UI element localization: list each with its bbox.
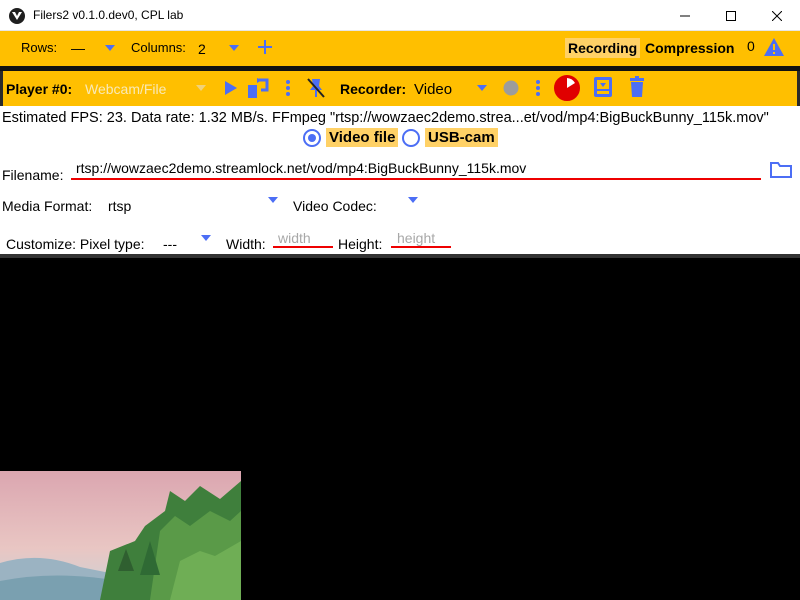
video-frame-image (0, 471, 241, 600)
recorder-dropdown-icon[interactable] (477, 85, 487, 91)
rows-dropdown-icon[interactable] (105, 45, 115, 51)
columns-label: Columns: (131, 40, 186, 55)
window-title: Filers2 v0.1.0.dev0, CPL lab (33, 8, 184, 22)
compression-toggle[interactable]: Compression (642, 38, 737, 58)
fps-status-text: Estimated FPS: 23. Data rate: 1.32 MB/s.… (2, 110, 769, 126)
recorder-settings-icon[interactable] (536, 79, 540, 102)
rows-label: Rows: (21, 40, 58, 55)
app-logo-icon (9, 8, 25, 24)
video-codec-dropdown-icon[interactable] (408, 197, 418, 203)
folder-icon[interactable] (770, 161, 792, 183)
add-player-icon[interactable] (257, 39, 273, 60)
height-input[interactable]: height (397, 230, 435, 246)
media-format-dropdown-icon[interactable] (268, 197, 278, 203)
source-dropdown-icon[interactable] (196, 85, 206, 91)
warning-icon[interactable] (763, 37, 785, 62)
video-file-label[interactable]: Video file (326, 128, 399, 147)
save-image-icon[interactable] (593, 76, 613, 103)
columns-dropdown-icon[interactable] (229, 45, 239, 51)
filename-underline (71, 178, 761, 180)
title-bar: Filers2 v0.1.0.dev0, CPL lab (0, 0, 800, 31)
media-format-select[interactable]: rtsp (108, 198, 131, 214)
width-input[interactable]: width (278, 230, 311, 246)
width-underline (273, 246, 333, 248)
layout-toolbar: Rows: — Columns: 2 Recording Compression… (0, 31, 800, 66)
pixel-type-label: Customize: Pixel type: (6, 236, 145, 252)
pixel-type-select[interactable]: --- (163, 236, 177, 252)
recorder-label: Recorder: (340, 81, 407, 97)
recorder-select[interactable]: Video (414, 81, 452, 98)
player-settings-panel: Estimated FPS: 23. Data rate: 1.32 MB/s.… (0, 106, 800, 254)
usb-cam-label[interactable]: USB-cam (425, 128, 498, 147)
maximize-button[interactable] (708, 0, 754, 31)
error-count: 0 (747, 38, 755, 54)
close-button[interactable] (754, 0, 800, 31)
width-label: Width: (226, 236, 266, 252)
media-format-label: Media Format: (2, 198, 93, 214)
recording-toggle[interactable]: Recording (565, 38, 641, 58)
usb-cam-radio[interactable] (402, 129, 420, 147)
filename-label: Filename: (2, 167, 64, 183)
record-button[interactable] (503, 80, 519, 101)
play-icon[interactable] (224, 80, 238, 101)
columns-value[interactable]: 2 (198, 41, 206, 57)
player-label: Player #0: (6, 81, 73, 97)
disk-usage-pie-icon (553, 74, 581, 107)
rows-value[interactable]: — (71, 40, 85, 56)
filename-input[interactable]: rtsp://wowzaec2demo.streamlock.net/vod/m… (76, 160, 526, 176)
delete-icon[interactable] (629, 76, 645, 103)
video-codec-label: Video Codec: (293, 198, 377, 214)
height-underline (391, 246, 451, 248)
player-settings-icon[interactable] (286, 79, 290, 102)
height-label: Height: (338, 236, 383, 252)
pixel-type-dropdown-icon[interactable] (201, 235, 211, 241)
pin-off-icon[interactable] (306, 77, 326, 104)
video-file-radio[interactable] (303, 129, 321, 147)
source-select[interactable]: Webcam/File (85, 81, 166, 97)
player-toolbar: Player #0: Webcam/File Recorder: Video (0, 71, 800, 106)
minimize-button[interactable] (662, 0, 708, 31)
refresh-switch-icon[interactable] (247, 77, 269, 104)
